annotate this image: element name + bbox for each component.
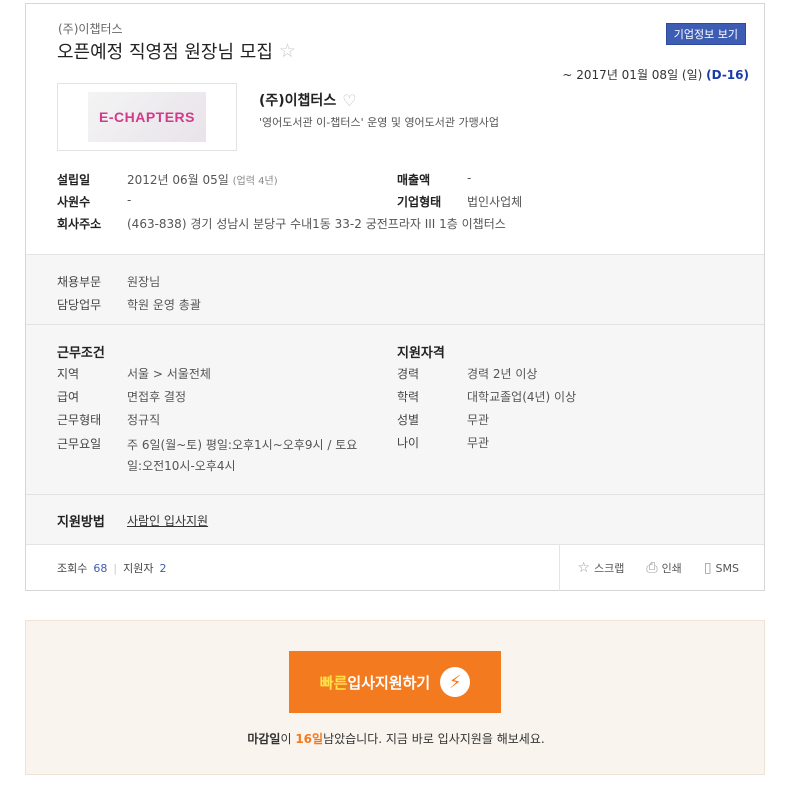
stats-separator: | bbox=[113, 561, 118, 575]
company-info-button[interactable]: 기업정보 보기 bbox=[665, 23, 746, 45]
scrap-button[interactable]: ☆ 스크랩 bbox=[577, 560, 624, 576]
salary-label: 급여 bbox=[57, 390, 80, 404]
founded-label: 설립일 bbox=[57, 172, 91, 187]
star-outline-icon: ☆ bbox=[577, 560, 590, 576]
founded-value: 2012년 06월 05일 (업력 4년) bbox=[127, 172, 278, 187]
age-label: 나이 bbox=[397, 436, 420, 450]
posting-footer: 조회수 68 | 지원자 2 ☆ 스크랩 ⎙ 인쇄 ▯ SMS bbox=[26, 544, 764, 591]
posting-stats: 조회수 68 | 지원자 2 bbox=[26, 560, 166, 576]
employees-label: 사원수 bbox=[57, 194, 91, 209]
company-age: (업력 4년) bbox=[232, 175, 278, 187]
printer-icon: ⎙ bbox=[646, 560, 658, 576]
applicants-count: 2 bbox=[159, 561, 167, 575]
job-posting-card: (주)이챕터스 오픈예정 직영점 원장님 모집 ☆ 기업정보 보기 ~ 2017… bbox=[25, 3, 765, 591]
career-value: 경력 2년 이상 bbox=[467, 367, 538, 381]
address-label: 회사주소 bbox=[57, 216, 102, 231]
qualifications: 지원자격 경력 경력 2년 이상 학력 대학교졸업(4년) 이상 성별 무관 나이 무관 bbox=[397, 342, 737, 477]
apply-method: 지원방법 사람인 입사지원 bbox=[57, 511, 208, 530]
revenue-value: - bbox=[467, 170, 472, 185]
quick-apply-button[interactable]: 빠른입사지원하기 ⚡ bbox=[289, 651, 501, 713]
logo-image: E-CHAPTERS bbox=[88, 92, 206, 142]
employment-type-label: 근무형태 bbox=[57, 413, 102, 427]
dept-label: 채용부문 bbox=[57, 275, 102, 289]
employees-value: - bbox=[127, 192, 132, 207]
divider bbox=[26, 324, 764, 325]
duty-value: 학원 운영 총괄 bbox=[127, 298, 201, 312]
apply-method-link[interactable]: 사람인 입사지원 bbox=[127, 512, 208, 529]
heart-icon[interactable]: ♡ bbox=[342, 91, 356, 110]
duty-label: 담당업무 bbox=[57, 298, 102, 312]
employment-type-value: 정규직 bbox=[127, 413, 161, 427]
views-count: 68 bbox=[93, 561, 108, 575]
education-label: 학력 bbox=[397, 390, 420, 404]
region-value: 서울 > 서울전체 bbox=[127, 367, 211, 381]
gender-value: 무관 bbox=[467, 413, 490, 427]
job-title-text: 오픈예정 직영점 원장님 모집 bbox=[57, 42, 273, 63]
company-name: (주)이챕터스 ♡ bbox=[259, 90, 357, 110]
dday-badge: (D-16) bbox=[706, 68, 749, 82]
sms-button[interactable]: ▯ SMS bbox=[704, 560, 739, 576]
company-name-text[interactable]: (주)이챕터스 bbox=[259, 90, 336, 110]
deadline: ~ 2017년 01월 08일 (일) (D-16) bbox=[562, 66, 749, 83]
divider bbox=[26, 494, 764, 495]
phone-icon: ▯ bbox=[703, 560, 712, 576]
company-type-label: 기업형태 bbox=[397, 194, 442, 209]
workdays-label: 근무요일 bbox=[57, 437, 102, 451]
apply-method-label: 지원방법 bbox=[57, 515, 105, 530]
applicants-label: 지원자 bbox=[123, 562, 154, 575]
career-label: 경력 bbox=[397, 367, 420, 381]
work-conditions: 근무조건 지역 서울 > 서울전체 급여 면접후 결정 근무형태 정규직 근무요일 주… bbox=[57, 342, 397, 477]
lightning-icon: ⚡ bbox=[440, 667, 471, 697]
company-logo[interactable]: E-CHAPTERS bbox=[57, 83, 237, 151]
star-icon[interactable]: ☆ bbox=[279, 41, 296, 61]
dept-value: 원장님 bbox=[127, 275, 161, 289]
revenue-label: 매출액 bbox=[397, 172, 431, 187]
views-label: 조회수 bbox=[57, 562, 88, 575]
print-button[interactable]: ⎙ 인쇄 bbox=[646, 560, 681, 576]
company-description: '영어도서관 이-챕터스' 운영 및 영어도서관 가맹사업 bbox=[259, 116, 500, 129]
conditions-qualifications: 근무조건 지역 서울 > 서울전체 급여 면접후 결정 근무형태 정규직 근무요일 주… bbox=[57, 342, 747, 477]
job-title: 오픈예정 직영점 원장님 모집 ☆ bbox=[57, 38, 296, 64]
region-label: 지역 bbox=[57, 367, 80, 381]
age-value: 무관 bbox=[467, 436, 490, 450]
job-summary: 채용부문 원장님 담당업무 학원 운영 총괄 bbox=[57, 270, 201, 316]
education-value: 대학교졸업(4년) 이상 bbox=[467, 390, 577, 404]
company-name-small[interactable]: (주)이챕터스 bbox=[58, 20, 123, 37]
posting-actions: ☆ 스크랩 ⎙ 인쇄 ▯ SMS bbox=[559, 545, 764, 591]
address-value: (463-838) 경기 성남시 분당구 수내1동 33-2 궁전프라자 III… bbox=[127, 216, 506, 231]
company-type-value: 법인사업체 bbox=[467, 194, 523, 209]
deadline-message: 마감일이 16일남았습니다. 지금 바로 입사지원을 해보세요. bbox=[247, 732, 545, 746]
company-facts: 설립일 2012년 06월 05일 (업력 4년) 매출액 - 사원수 - 기업… bbox=[57, 168, 737, 234]
facts-row: 회사주소 (463-838) 경기 성남시 분당구 수내1동 33-2 궁전프라… bbox=[57, 212, 737, 234]
gender-label: 성별 bbox=[397, 413, 420, 427]
workdays-value: 주 6일(월~토) 평일:오후1시~오후9시 / 토요 일:오전10시-오후4시 bbox=[127, 438, 358, 473]
facts-row: 사원수 - 기업형태 법인사업체 bbox=[57, 190, 737, 212]
salary-value: 면접후 결정 bbox=[127, 390, 187, 404]
quick-apply-label: 빠른입사지원하기 bbox=[319, 673, 431, 692]
quick-apply-panel: 빠른입사지원하기 ⚡ 마감일이 16일남았습니다. 지금 바로 입사지원을 해보… bbox=[25, 620, 765, 775]
qualifications-title: 지원자격 bbox=[397, 346, 445, 361]
deadline-date: ~ 2017년 01월 08일 (일) bbox=[562, 68, 703, 82]
conditions-title: 근무조건 bbox=[57, 346, 105, 361]
facts-row: 설립일 2012년 06월 05일 (업력 4년) 매출액 - bbox=[57, 168, 737, 190]
